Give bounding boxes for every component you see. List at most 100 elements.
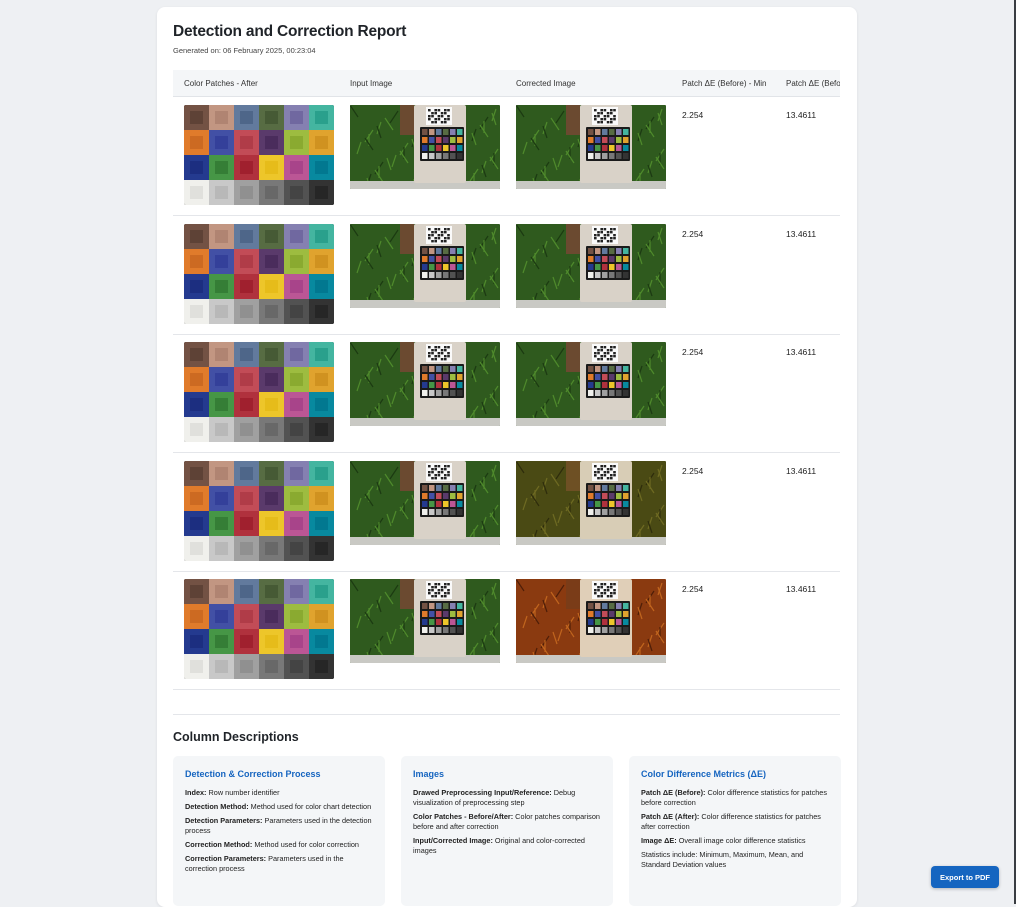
table-row: 2.254 13.4611 bbox=[173, 216, 840, 335]
color-patch bbox=[184, 392, 209, 417]
color-patch bbox=[234, 629, 259, 654]
description-term: Index: bbox=[185, 788, 207, 797]
color-patch bbox=[234, 510, 259, 536]
color-patch bbox=[259, 485, 284, 511]
color-patch bbox=[209, 367, 234, 392]
color-patch bbox=[284, 417, 309, 442]
description-term: Detection Method: bbox=[185, 802, 249, 811]
color-patch bbox=[209, 105, 234, 130]
color-patch bbox=[259, 223, 284, 249]
color-patch bbox=[209, 579, 234, 604]
color-patch bbox=[259, 654, 284, 679]
patch-de-before-min: 2.254 bbox=[682, 584, 704, 594]
color-patch bbox=[184, 105, 209, 130]
color-patch bbox=[284, 248, 309, 274]
description-term: Drawed Preprocessing Input/Reference: bbox=[413, 788, 552, 797]
color-patch bbox=[284, 460, 309, 486]
description-term: Correction Parameters: bbox=[185, 854, 267, 863]
description-term: Color Patches - Before/After: bbox=[413, 812, 514, 821]
patch-de-before-min: 2.254 bbox=[682, 228, 704, 239]
table-row: 2.254 13.4611 bbox=[173, 334, 840, 453]
color-patch bbox=[259, 535, 284, 561]
header-color-patches: Color Patches - After bbox=[184, 79, 258, 88]
color-patch bbox=[209, 223, 234, 249]
color-patch bbox=[309, 604, 334, 629]
color-patch bbox=[234, 579, 259, 604]
color-patch bbox=[309, 155, 334, 180]
color-patch bbox=[184, 342, 209, 367]
color-patch bbox=[184, 155, 209, 180]
color-patch bbox=[184, 604, 209, 629]
color-patch bbox=[259, 298, 284, 324]
color-patch bbox=[209, 535, 234, 561]
color-patch bbox=[209, 510, 234, 536]
color-patch bbox=[259, 342, 284, 367]
description-item: Patch ΔE (Before): Color difference stat… bbox=[641, 788, 831, 808]
color-patch bbox=[209, 298, 234, 324]
description-text: Method used for color correction bbox=[252, 840, 359, 849]
description-item: Index: Row number identifier bbox=[185, 788, 375, 798]
color-patch bbox=[184, 298, 209, 324]
color-patch bbox=[209, 130, 234, 155]
description-text: Row number identifier bbox=[206, 788, 280, 797]
color-patch bbox=[184, 654, 209, 679]
color-patch bbox=[234, 485, 259, 511]
patch-de-before-max: 13.4611 bbox=[786, 110, 817, 120]
color-patch bbox=[259, 130, 284, 155]
color-patch bbox=[234, 273, 259, 299]
description-text: Statistics include: Minimum, Maximum, Me… bbox=[641, 850, 804, 869]
color-patch bbox=[184, 629, 209, 654]
color-patch bbox=[234, 392, 259, 417]
color-patch bbox=[209, 604, 234, 629]
color-patch bbox=[234, 130, 259, 155]
description-item: Statistics include: Minimum, Maximum, Me… bbox=[641, 850, 831, 870]
color-patch bbox=[259, 392, 284, 417]
color-patch bbox=[259, 248, 284, 274]
color-patches-image bbox=[184, 579, 334, 679]
description-term: Correction Method: bbox=[185, 840, 253, 849]
corrected-image bbox=[516, 579, 666, 663]
card-title: Images bbox=[413, 769, 445, 779]
description-item: Image ΔE: Overall image color difference… bbox=[641, 836, 831, 846]
color-patch bbox=[184, 510, 209, 536]
color-patch bbox=[309, 342, 334, 367]
color-patch bbox=[234, 654, 259, 679]
color-patch bbox=[284, 535, 309, 561]
color-patch bbox=[234, 460, 259, 486]
color-patch bbox=[309, 629, 334, 654]
color-patch bbox=[234, 342, 259, 367]
description-item: Color Patches - Before/After: Color patc… bbox=[413, 812, 603, 832]
card-title: Color Difference Metrics (ΔE) bbox=[641, 769, 766, 779]
color-patch bbox=[309, 223, 334, 249]
color-patch bbox=[284, 273, 309, 299]
card-title: Detection & Correction Process bbox=[185, 769, 321, 779]
results-table[interactable]: Color Patches - After Input Image Correc… bbox=[173, 70, 840, 690]
header-patch-de-before-max: Patch ΔE (Before) - Max bbox=[786, 79, 840, 88]
description-item: Correction Method: Method used for color… bbox=[185, 840, 375, 850]
color-patch bbox=[284, 155, 309, 180]
table-row: 2.254 13.4611 bbox=[173, 571, 840, 690]
color-patch bbox=[184, 180, 209, 205]
corrected-image bbox=[516, 223, 666, 308]
color-patches-image bbox=[184, 105, 334, 205]
header-input-image: Input Image bbox=[350, 79, 393, 88]
color-patch bbox=[259, 460, 284, 486]
color-patch bbox=[259, 604, 284, 629]
color-patch bbox=[259, 180, 284, 205]
description-item: Correction Parameters: Parameters used i… bbox=[185, 854, 375, 874]
input-image bbox=[350, 579, 500, 663]
corrected-image bbox=[516, 105, 666, 189]
color-patch bbox=[284, 223, 309, 249]
color-patch bbox=[309, 273, 334, 299]
color-patch bbox=[259, 510, 284, 536]
color-patch bbox=[184, 579, 209, 604]
color-patch bbox=[234, 180, 259, 205]
color-patch bbox=[184, 273, 209, 299]
color-patch bbox=[184, 248, 209, 274]
color-patch bbox=[309, 579, 334, 604]
color-patch bbox=[209, 417, 234, 442]
color-patch bbox=[259, 417, 284, 442]
color-patch bbox=[259, 273, 284, 299]
color-patch bbox=[209, 342, 234, 367]
export-pdf-button[interactable]: Export to PDF bbox=[931, 866, 999, 888]
